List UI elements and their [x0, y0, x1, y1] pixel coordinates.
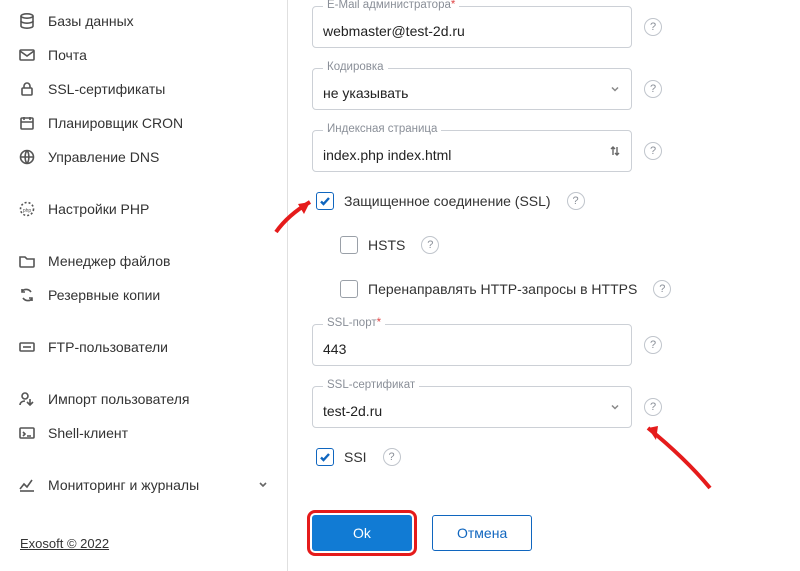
hsts-checkbox[interactable] — [340, 236, 358, 254]
sidebar-item-label: Мониторинг и журналы — [48, 477, 199, 493]
sidebar-item-cron[interactable]: Планировщик CRON — [0, 106, 287, 140]
ok-button[interactable]: Ok — [312, 515, 412, 551]
sidebar-item-import[interactable]: Импорт пользователя — [0, 382, 287, 416]
calendar-icon — [18, 114, 36, 132]
sidebar-item-label: Планировщик CRON — [48, 115, 183, 131]
redirect-checkbox[interactable] — [340, 280, 358, 298]
ssl-cert-label: SSL-сертификат — [323, 379, 419, 391]
mail-icon — [18, 46, 36, 64]
sidebar-item-mail[interactable]: Почта — [0, 38, 287, 72]
sidebar-item-shell[interactable]: Shell-клиент — [0, 416, 287, 450]
chevron-down-icon — [607, 81, 623, 97]
help-icon[interactable]: ? — [421, 236, 439, 254]
sidebar-item-ssl[interactable]: SSL-сертификаты — [0, 72, 287, 106]
sidebar-item-label: Импорт пользователя — [48, 391, 190, 407]
sidebar-item-label: Базы данных — [48, 13, 134, 29]
email-input[interactable] — [323, 23, 621, 39]
database-icon — [18, 12, 36, 30]
ssl-cert-field[interactable]: SSL-сертификат test-2d.ru — [312, 386, 632, 428]
terminal-icon — [18, 424, 36, 442]
sidebar-item-label: Резервные копии — [48, 287, 160, 303]
chevron-down-icon — [607, 399, 623, 415]
help-icon[interactable]: ? — [644, 336, 662, 354]
ssl-port-field[interactable]: SSL-порт* — [312, 324, 632, 366]
email-label: E-Mail администратора* — [323, 0, 459, 11]
encoding-field[interactable]: Кодировка не указывать — [312, 68, 632, 110]
php-icon: php — [18, 200, 36, 218]
sidebar-item-label: FTP-пользователи — [48, 339, 168, 355]
refresh-icon — [18, 286, 36, 304]
index-input[interactable] — [323, 147, 621, 163]
sidebar-item-label: Менеджер файлов — [48, 253, 171, 269]
sidebar: Базы данных Почта SSL-сертификаты Планир… — [0, 0, 288, 571]
globe-icon — [18, 148, 36, 166]
sidebar-item-dns[interactable]: Управление DNS — [0, 140, 287, 174]
main-form: E-Mail администратора* ? Кодировка не ук… — [288, 0, 800, 571]
sidebar-item-php[interactable]: php Настройки PHP — [0, 192, 287, 226]
ssl-port-label: SSL-порт* — [323, 317, 385, 329]
help-icon[interactable]: ? — [644, 80, 662, 98]
help-icon[interactable]: ? — [644, 142, 662, 160]
ssi-checkbox-label: SSI — [344, 449, 367, 465]
ftp-icon — [18, 338, 36, 356]
ssl-cert-value: test-2d.ru — [323, 403, 621, 419]
sidebar-item-databases[interactable]: Базы данных — [0, 4, 287, 38]
lock-icon — [18, 80, 36, 98]
sidebar-item-monitoring[interactable]: Мониторинг и журналы — [0, 468, 287, 502]
help-icon[interactable]: ? — [644, 398, 662, 416]
svg-text:php: php — [23, 208, 32, 214]
redirect-checkbox-label: Перенаправлять HTTP-запросы в HTTPS — [368, 281, 637, 297]
sidebar-item-files[interactable]: Менеджер файлов — [0, 244, 287, 278]
encoding-label: Кодировка — [323, 61, 388, 73]
ssl-port-input[interactable] — [323, 341, 621, 357]
ssl-checkbox[interactable] — [316, 192, 334, 210]
user-import-icon — [18, 390, 36, 408]
ssl-checkbox-label: Защищенное соединение (SSL) — [344, 193, 551, 209]
chart-icon — [18, 476, 36, 494]
help-icon[interactable]: ? — [653, 280, 671, 298]
index-label: Индексная страница — [323, 123, 441, 135]
sort-icon[interactable] — [607, 143, 623, 159]
folder-icon — [18, 252, 36, 270]
encoding-value: не указывать — [323, 85, 621, 101]
help-icon[interactable]: ? — [644, 18, 662, 36]
sidebar-item-label: Управление DNS — [48, 149, 159, 165]
ssi-checkbox[interactable] — [316, 448, 334, 466]
sidebar-item-backup[interactable]: Резервные копии — [0, 278, 287, 312]
chevron-down-icon — [257, 477, 269, 493]
footer-copyright[interactable]: Exosoft © 2022 — [0, 522, 287, 571]
sidebar-item-label: Shell-клиент — [48, 425, 128, 441]
sidebar-item-label: Почта — [48, 47, 87, 63]
email-field[interactable]: E-Mail администратора* — [312, 6, 632, 48]
hsts-checkbox-label: HSTS — [368, 237, 405, 253]
help-icon[interactable]: ? — [567, 192, 585, 210]
sidebar-item-ftp[interactable]: FTP-пользователи — [0, 330, 287, 364]
help-icon[interactable]: ? — [383, 448, 401, 466]
sidebar-item-label: Настройки PHP — [48, 201, 149, 217]
sidebar-item-label: SSL-сертификаты — [48, 81, 165, 97]
cancel-button[interactable]: Отмена — [432, 515, 532, 551]
index-field[interactable]: Индексная страница — [312, 130, 632, 172]
